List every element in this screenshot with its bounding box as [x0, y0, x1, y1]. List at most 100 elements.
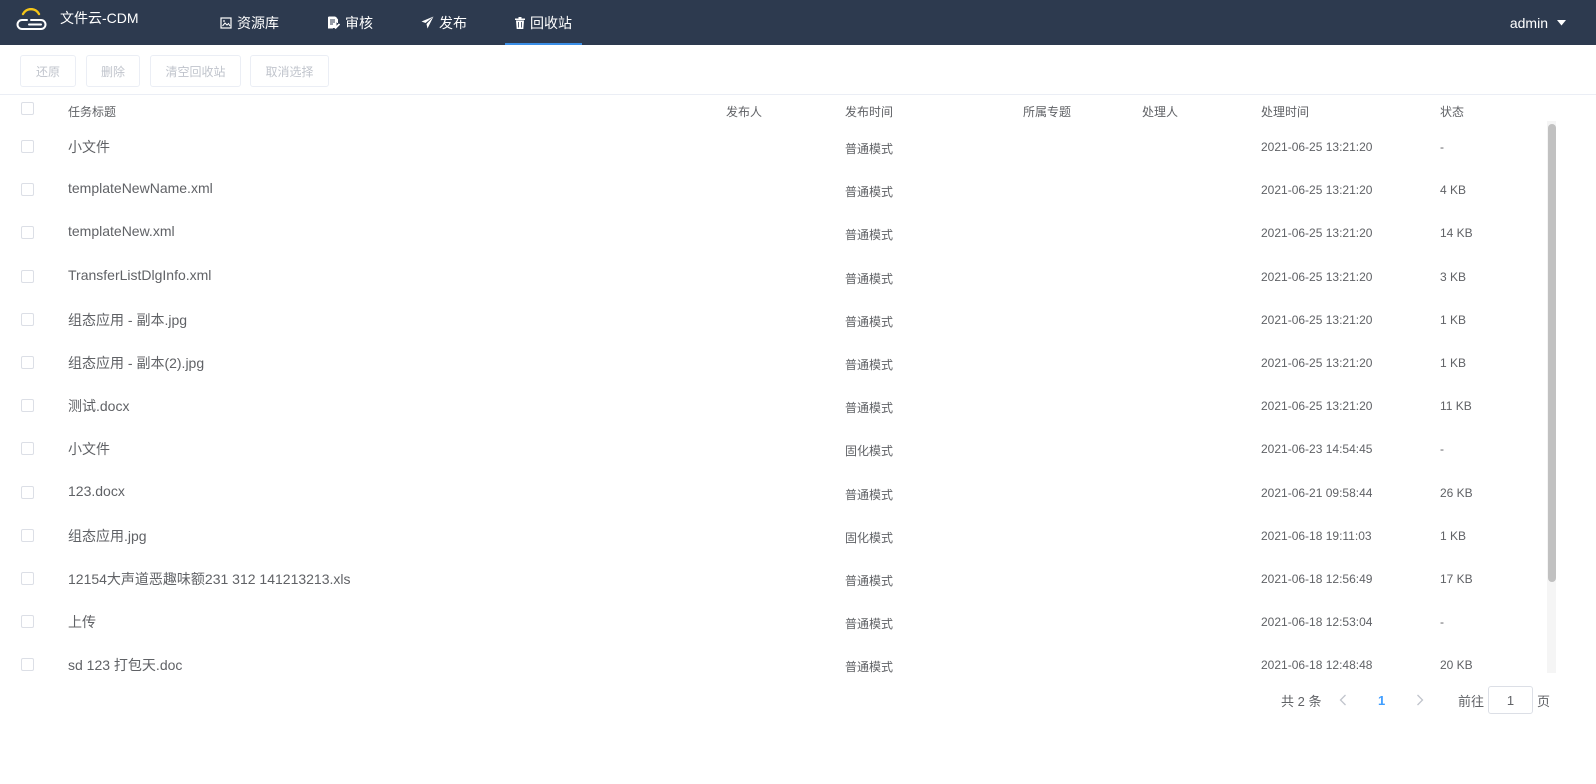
row-checkbox[interactable] [21, 183, 34, 197]
row-checkbox[interactable] [21, 528, 34, 542]
row-status: - [1440, 140, 1444, 154]
nav-item-label: 审核 [345, 14, 373, 31]
pagination-prev-button[interactable] [1339, 686, 1347, 714]
deselect-button[interactable]: 取消选择 [250, 55, 329, 87]
row-publish-mode: 普通模式 [845, 185, 894, 200]
row-handle-time: 2021-06-25 13:21:20 [1261, 183, 1373, 198]
recycle-bin-table: 任务标题 发布人 发布时间 所属专题 处理人 处理时间 状态 小文件 普通模式 20… [0, 95, 1575, 686]
nav-item-label: 发布 [439, 14, 467, 31]
pagination-goto-label: 前往 [1458, 693, 1485, 709]
row-status: - [1440, 442, 1444, 457]
nav-item-label: 资源库 [237, 14, 279, 31]
column-header-status[interactable]: 状态 [1440, 103, 1464, 120]
nav-item-resource-library[interactable]: 资源库 [210, 0, 289, 45]
row-handle-time: 2021-06-25 13:21:20 [1261, 399, 1373, 414]
table-row[interactable]: 12154大声道恶趣味额231 312 141213213.xls 普通模式 202… [0, 557, 1575, 600]
row-checkbox[interactable] [21, 312, 34, 326]
table-row[interactable]: templateNewName.xml 普通模式 2021-06-25 13:21:… [0, 168, 1575, 211]
action-toolbar: 还原 删除 清空回收站 取消选择 [0, 45, 1596, 95]
row-status: 1 KB [1440, 355, 1467, 370]
app-title: 文件云-CDM [60, 10, 139, 26]
nav-item-review[interactable]: 审核 [317, 0, 383, 45]
nav-item-recycle-bin[interactable]: 回收站 [505, 0, 582, 45]
table-row[interactable]: 组态应用 - 副本.jpg 普通模式 2021-06-25 13:21:20 1 KB [0, 298, 1575, 341]
column-header-publisher[interactable]: 发布人 [726, 103, 762, 120]
row-title: templateNew.xml [68, 223, 175, 240]
row-status: 26 KB [1440, 485, 1473, 500]
row-handle-time: 2021-06-25 13:21:20 [1261, 312, 1373, 327]
row-title: sd 123 打包天.doc [68, 657, 183, 674]
row-checkbox[interactable] [21, 485, 34, 499]
pagination-page-current[interactable]: 1 [1378, 686, 1385, 714]
row-publish-mode: 普通模式 [845, 142, 894, 156]
row-checkbox[interactable] [21, 571, 34, 585]
nav-item-publish[interactable]: 发布 [411, 0, 477, 45]
row-handle-time: 2021-06-23 14:54:45 [1261, 442, 1373, 457]
row-handle-time: 2021-06-18 12:56:49 [1261, 571, 1373, 586]
row-checkbox[interactable] [21, 658, 34, 672]
row-title: 123.docx [68, 482, 125, 499]
row-publish-mode: 普通模式 [845, 660, 894, 675]
table-row[interactable]: 组态应用 - 副本(2).jpg 普通模式 2021-06-25 13:21:20 1… [0, 341, 1575, 384]
column-header-title[interactable]: 任务标题 [68, 103, 116, 120]
table-row[interactable]: 123.docx 普通模式 2021-06-21 09:58:44 26 KB [0, 471, 1575, 514]
restore-button[interactable]: 还原 [20, 55, 76, 87]
row-publish-mode: 固化模式 [845, 444, 894, 459]
pagination-goto-input[interactable] [1488, 686, 1533, 714]
delete-button[interactable]: 删除 [86, 55, 140, 87]
chevron-right-icon [1417, 694, 1424, 706]
row-status: 1 KB [1440, 312, 1467, 327]
table-header: 任务标题 发布人 发布时间 所属专题 处理人 处理时间 状态 [0, 95, 1575, 125]
table-row[interactable]: 组态应用.jpg 固化模式 2021-06-18 19:11:03 1 KB [0, 514, 1575, 557]
row-publish-mode: 普通模式 [845, 357, 894, 372]
row-title: 小文件 [68, 441, 110, 458]
table-row[interactable]: 上传 普通模式 2021-06-18 12:53:04 - [0, 600, 1575, 643]
trash-icon [515, 16, 525, 29]
row-status: 14 KB [1440, 226, 1473, 241]
row-checkbox[interactable] [21, 140, 34, 153]
row-checkbox[interactable] [21, 226, 34, 240]
empty-recycle-bin-button[interactable]: 清空回收站 [150, 55, 241, 87]
table-row[interactable]: 小文件 普通模式 2021-06-25 13:21:20 - [0, 125, 1575, 168]
pagination-total: 共 2 条 [1281, 693, 1322, 709]
row-status: 11 KB [1440, 399, 1472, 414]
row-checkbox[interactable] [21, 399, 34, 413]
column-header-handler[interactable]: 处理人 [1142, 103, 1178, 120]
row-checkbox[interactable] [21, 615, 34, 629]
row-checkbox[interactable] [21, 442, 34, 456]
column-header-handle-time[interactable]: 处理时间 [1261, 103, 1309, 120]
column-header-publish-time[interactable]: 发布时间 [845, 103, 893, 120]
table-row[interactable]: sd 123 打包天.doc 普通模式 2021-06-18 12:48:48 20 … [0, 643, 1575, 686]
table-row[interactable]: 测试.docx 普通模式 2021-06-25 13:21:20 11 KB [0, 384, 1575, 427]
user-menu[interactable]: admin [1510, 0, 1566, 45]
pagination-next-button[interactable] [1416, 686, 1424, 714]
caret-down-icon [1557, 19, 1566, 25]
row-publish-mode: 普通模式 [845, 617, 894, 632]
top-navigation-bar: 文件云-CDM 资源库 审核 发布 回收站 admin [0, 0, 1596, 45]
row-status: - [1440, 615, 1444, 630]
row-publish-mode: 固化模式 [845, 530, 894, 545]
table-row[interactable]: templateNew.xml 普通模式 2021-06-25 13:21:20 14… [0, 211, 1575, 254]
row-title: templateNewName.xml [68, 180, 213, 197]
table-row[interactable]: TransferListDlgInfo.xml 普通模式 2021-06-25 13… [0, 255, 1575, 298]
table-row[interactable]: 小文件 固化模式 2021-06-23 14:54:45 - [0, 427, 1575, 470]
select-all-checkbox[interactable] [21, 102, 34, 115]
app-logo[interactable]: 文件云-CDM [14, 8, 139, 32]
table-body: 小文件 普通模式 2021-06-25 13:21:20- templateNewNa… [0, 125, 1575, 686]
row-publish-mode: 普通模式 [845, 573, 894, 588]
column-header-topic[interactable]: 所属专题 [1023, 103, 1071, 120]
row-handle-time: 2021-06-18 12:53:04 [1261, 615, 1373, 630]
row-publish-mode: 普通模式 [845, 401, 894, 416]
table-scrollbar-thumb[interactable] [1548, 124, 1556, 582]
row-status: 20 KB [1440, 658, 1473, 673]
row-checkbox[interactable] [21, 269, 34, 283]
row-title: 组态应用.jpg [68, 527, 147, 544]
row-handle-time: 2021-06-18 12:48:48 [1261, 658, 1373, 673]
row-status: 1 KB [1440, 528, 1467, 543]
row-publish-mode: 普通模式 [845, 228, 894, 243]
row-handle-time: 2021-06-25 13:21:20 [1261, 269, 1373, 284]
chevron-left-icon [1339, 694, 1346, 706]
row-handle-time: 2021-06-25 13:21:20 [1261, 140, 1373, 154]
user-name: admin [1509, 14, 1548, 31]
row-checkbox[interactable] [21, 355, 34, 369]
